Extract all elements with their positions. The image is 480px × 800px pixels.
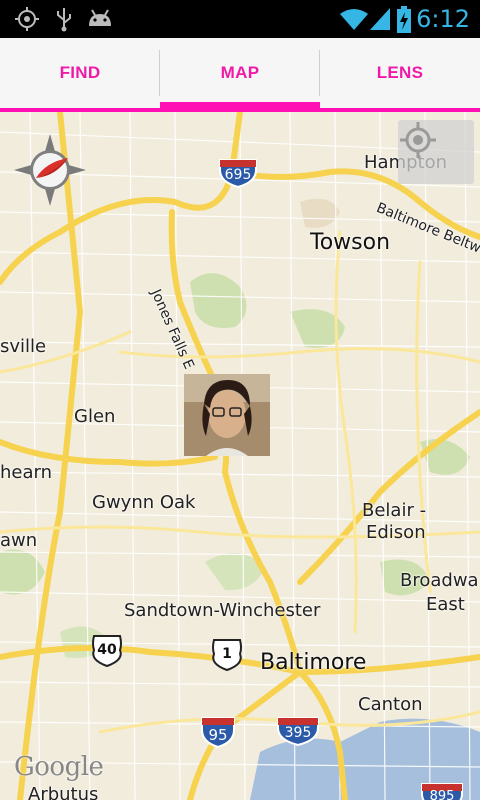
gps-icon (14, 6, 40, 36)
place-label: Glen (74, 406, 116, 427)
place-label: Arbutus (28, 784, 99, 800)
tab-lens[interactable]: LENS (320, 38, 480, 108)
shield-number: 895 (429, 789, 455, 800)
interstate-shield: 895 (420, 780, 464, 800)
shield-number: 395 (284, 725, 312, 741)
place-label: Broadwa (400, 570, 479, 591)
us-route-shield: 1 (210, 638, 244, 672)
android-debug-icon (86, 6, 114, 36)
status-bar: 6:12 (0, 0, 480, 38)
tab-selected-indicator (160, 102, 320, 108)
clock: 6:12 (416, 5, 470, 33)
shield-number: 1 (222, 646, 232, 662)
place-label: Edison (366, 522, 426, 543)
tab-map[interactable]: MAP (160, 38, 320, 108)
shield-number: 40 (97, 642, 117, 658)
tab-bar: FIND MAP LENS (0, 38, 480, 112)
usb-icon (54, 6, 74, 36)
shield-number: 695 (224, 167, 252, 183)
place-label: awn (0, 530, 38, 551)
compass-icon[interactable] (12, 132, 88, 208)
battery-charging-icon (396, 6, 412, 38)
wifi-icon (338, 6, 370, 36)
place-label: Belair - (362, 500, 427, 521)
place-label: Towson (310, 230, 391, 255)
interstate-shield: 95 (200, 714, 236, 748)
my-location-button[interactable] (398, 120, 474, 184)
place-label: sville (0, 336, 47, 357)
map-view[interactable]: Hampton Towson Baltimore Beltw Jones Fal… (0, 112, 480, 800)
interstate-shield: 395 (276, 714, 320, 746)
google-attribution: Google (14, 752, 104, 782)
cell-signal-icon (368, 6, 392, 36)
interstate-shield: 695 (218, 156, 258, 188)
tab-find[interactable]: FIND (0, 38, 160, 108)
place-label: Sandtown-Winchester (124, 600, 321, 621)
user-avatar[interactable] (184, 374, 270, 456)
us-route-shield: 40 (90, 634, 124, 668)
place-label: Baltimore (260, 650, 367, 675)
place-label: Gwynn Oak (92, 492, 196, 513)
shield-number: 95 (208, 726, 228, 744)
place-label: East (426, 594, 465, 615)
place-label: hearn (0, 462, 53, 483)
place-label: Canton (358, 694, 423, 715)
